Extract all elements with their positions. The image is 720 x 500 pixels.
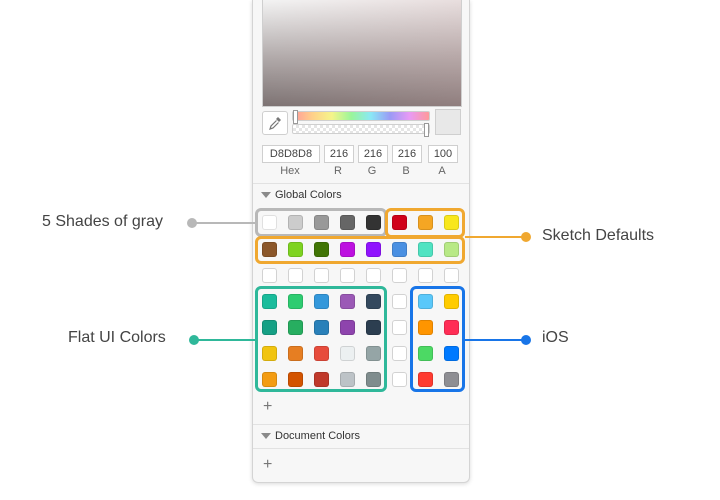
empty-swatch[interactable] xyxy=(392,320,407,335)
empty-swatch[interactable] xyxy=(314,268,329,283)
hex-input[interactable]: D8D8D8 xyxy=(262,145,320,163)
global-colors-header[interactable]: Global Colors xyxy=(253,183,469,206)
sketch-callout-dot xyxy=(521,232,531,242)
sketch-callout-box-lower xyxy=(255,236,465,264)
empty-swatch[interactable] xyxy=(288,268,303,283)
g-label: G xyxy=(367,165,377,177)
ios-callout-line xyxy=(465,339,527,341)
eyedropper-icon xyxy=(269,117,281,130)
a-input[interactable]: 100 xyxy=(428,145,458,163)
ios-callout-box xyxy=(410,286,465,392)
gray-callout-line xyxy=(192,222,255,224)
flat-callout-box xyxy=(255,286,387,392)
disclosure-triangle-icon xyxy=(261,433,271,439)
add-global-color-button[interactable]: + xyxy=(263,399,272,415)
r-input[interactable]: 216 xyxy=(324,145,354,163)
sketch-callout-line xyxy=(465,236,527,238)
sketch-callout-box-upper xyxy=(385,208,465,238)
ios-callout-label: iOS xyxy=(542,329,569,346)
disclosure-triangle-icon xyxy=(261,192,271,198)
color-preview xyxy=(435,109,461,135)
add-document-color-button[interactable]: + xyxy=(263,457,272,473)
saturation-brightness-area[interactable] xyxy=(262,0,462,107)
ios-callout-dot xyxy=(521,335,531,345)
empty-swatch[interactable] xyxy=(366,268,381,283)
empty-swatch[interactable] xyxy=(392,346,407,361)
empty-swatch[interactable] xyxy=(392,294,407,309)
b-input[interactable]: 216 xyxy=(392,145,422,163)
hue-slider-knob[interactable] xyxy=(293,110,298,124)
r-label: R xyxy=(334,165,342,177)
global-colors-title: Global Colors xyxy=(275,189,342,201)
empty-swatch[interactable] xyxy=(392,372,407,387)
flat-callout-line xyxy=(195,339,255,341)
gray-callout-dot xyxy=(187,218,197,228)
g-input[interactable]: 216 xyxy=(358,145,388,163)
empty-swatch[interactable] xyxy=(444,268,459,283)
eyedropper-button[interactable] xyxy=(262,111,288,135)
sketch-callout-label: Sketch Defaults xyxy=(542,227,655,244)
hue-slider[interactable] xyxy=(292,110,430,124)
flat-callout-label: Flat UI Colors xyxy=(68,329,166,346)
empty-swatch[interactable] xyxy=(418,268,433,283)
divider xyxy=(253,448,469,449)
empty-swatch[interactable] xyxy=(340,268,355,283)
gray-callout-label: 5 Shades of gray xyxy=(42,213,163,230)
alpha-slider[interactable] xyxy=(292,123,430,137)
empty-swatch[interactable] xyxy=(262,268,277,283)
document-colors-header[interactable]: Document Colors xyxy=(253,424,469,447)
a-label: A xyxy=(438,165,446,177)
empty-swatch[interactable] xyxy=(392,268,407,283)
flat-callout-dot xyxy=(189,335,199,345)
document-colors-title: Document Colors xyxy=(275,430,360,442)
b-label: B xyxy=(402,165,410,177)
alpha-slider-knob[interactable] xyxy=(424,123,429,137)
gray-callout-box xyxy=(255,208,387,237)
hex-label: Hex xyxy=(280,165,300,177)
